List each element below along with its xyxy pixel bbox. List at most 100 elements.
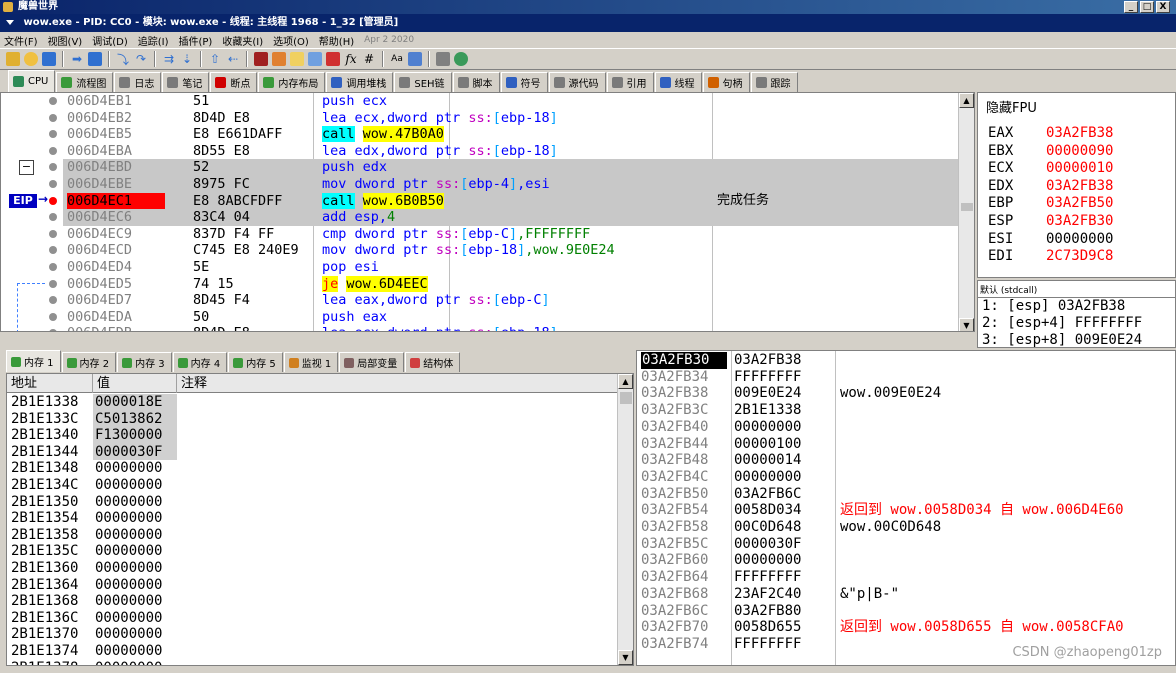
- disasm-row[interactable]: 006D4ECD C745 E8 240E9 mov dword ptr ss:[e…: [63, 242, 958, 259]
- dump-value[interactable]: 00000000: [93, 560, 177, 577]
- stack-value[interactable]: 03A2FB38: [734, 352, 801, 369]
- breakpoint-toggle[interactable]: [49, 279, 57, 288]
- breakpoint-toggle[interactable]: [49, 312, 57, 321]
- scroll-thumb[interactable]: [620, 392, 632, 404]
- dump-value[interactable]: 00000000: [93, 593, 177, 610]
- menu-plugins[interactable]: 插件(P): [179, 33, 213, 48]
- register-row[interactable]: ESP 03A2FB30: [988, 213, 1113, 231]
- stack-value[interactable]: FFFFFFFF: [734, 636, 801, 653]
- disasm-row[interactable]: 006D4EB1 51 push ecx: [63, 93, 958, 110]
- stack-row[interactable]: 03A2FB58 00C0D648 wow.00C0D648: [637, 519, 1175, 536]
- scroll-up-button[interactable]: ▲: [618, 374, 633, 389]
- breakpoint-toggle[interactable]: [49, 130, 57, 139]
- tab-handles[interactable]: 句柄: [702, 72, 750, 92]
- open-icon[interactable]: [6, 52, 20, 66]
- stack-pane[interactable]: 03A2FB30 03A2FB38 03A2FB34 FFFFFFFF 03A2FB38…: [636, 350, 1176, 666]
- bookmark-icon[interactable]: [326, 52, 340, 66]
- stack-value[interactable]: 0058D655: [734, 619, 801, 636]
- trace-into-icon[interactable]: ⇉: [162, 52, 176, 66]
- disasm-row[interactable]: 006D4EBE 8975 FC mov dword ptr ss:[ebp-4],…: [63, 176, 958, 193]
- register-row[interactable]: EBP 03A2FB50: [988, 195, 1113, 213]
- tab-graph[interactable]: 流程图: [56, 72, 114, 92]
- stack-row[interactable]: 03A2FB54 0058D034 返回到 wow.0058D034 自 wow.0…: [637, 502, 1175, 519]
- stack-value[interactable]: 00000100: [734, 436, 801, 453]
- close-icon[interactable]: [42, 52, 56, 66]
- register-value[interactable]: 00000090: [1046, 143, 1113, 159]
- disasm-row[interactable]: 006D4EB5 E8 E661DAFF call wow.47B0A0: [63, 126, 958, 143]
- breakpoint-toggle[interactable]: [49, 329, 57, 331]
- dump-value[interactable]: 00000000: [93, 643, 177, 660]
- stack-value[interactable]: FFFFFFFF: [734, 569, 801, 586]
- collapse-icon[interactable]: −: [19, 160, 34, 175]
- restart-icon[interactable]: [24, 52, 38, 66]
- stack-row[interactable]: 03A2FB60 00000000: [637, 552, 1175, 569]
- dump-value[interactable]: 00000000: [93, 543, 177, 560]
- tab-threads[interactable]: 线程: [654, 72, 702, 92]
- close-button[interactable]: X: [1156, 1, 1170, 13]
- dump-value[interactable]: 00000000: [93, 626, 177, 643]
- breakpoint-toggle[interactable]: [49, 113, 57, 122]
- menu-trace[interactable]: 追踪(I): [138, 33, 169, 48]
- disasm-row[interactable]: 006D4ED7 8D45 F4 lea eax,dword ptr ss:[ebp…: [63, 292, 958, 309]
- stack-row[interactable]: 03A2FB6C 03A2FB80: [637, 603, 1175, 620]
- dump-value[interactable]: 00000000: [93, 510, 177, 527]
- disasm-row[interactable]: 006D4EB2 8D4D E8 lea ecx,dword ptr ss:[ebp…: [63, 110, 958, 127]
- dump-header-comment[interactable]: 注释: [177, 374, 619, 393]
- disasm-row[interactable]: 006D4EDA 50 push eax: [63, 309, 958, 326]
- calculator-icon[interactable]: [436, 52, 450, 66]
- stack-row[interactable]: 03A2FB3C 2B1E1338: [637, 402, 1175, 419]
- stack-value[interactable]: 0000030F: [734, 536, 801, 553]
- argument-row[interactable]: 1: [esp] 03A2FB38: [982, 298, 1125, 315]
- dump-header-value[interactable]: 值: [93, 374, 177, 393]
- stack-value[interactable]: 00000014: [734, 452, 801, 469]
- stack-row[interactable]: 03A2FB50 03A2FB6C: [637, 486, 1175, 503]
- menu-view[interactable]: 视图(V): [48, 33, 83, 48]
- register-value[interactable]: 03A2FB38: [1046, 178, 1113, 194]
- stack-row[interactable]: 03A2FB5C 0000030F: [637, 536, 1175, 553]
- menu-file[interactable]: 文件(F): [4, 33, 38, 48]
- disasm-row[interactable]: 006D4ED4 5E pop esi: [63, 259, 958, 276]
- memory-dump-pane[interactable]: 地址 值 注释 2B1E1338 0000018E 2B1E133C C5013862…: [6, 373, 634, 666]
- register-row[interactable]: ECX 00000010: [988, 160, 1113, 178]
- register-row[interactable]: EDX 03A2FB38: [988, 178, 1113, 196]
- stack-row[interactable]: 03A2FB64 FFFFFFFF: [637, 569, 1175, 586]
- stack-value[interactable]: FFFFFFFF: [734, 369, 801, 386]
- scroll-up-button[interactable]: ▲: [959, 93, 974, 108]
- register-value[interactable]: 03A2FB38: [1046, 125, 1113, 141]
- breakpoint-toggle[interactable]: [49, 196, 57, 205]
- strings-icon[interactable]: [408, 52, 422, 66]
- dump-value[interactable]: 0000030F: [93, 443, 177, 461]
- patch-icon[interactable]: [272, 52, 286, 66]
- register-value[interactable]: 00000010: [1046, 160, 1113, 176]
- dump-header-address[interactable]: 地址: [7, 374, 93, 393]
- stack-row[interactable]: 03A2FB68 23AF2C40 &"p|B-": [637, 586, 1175, 603]
- breakpoint-toggle[interactable]: [49, 180, 57, 188]
- execute-till-user-icon[interactable]: ⇠: [226, 52, 240, 66]
- calling-convention-label[interactable]: 默认 (stdcall): [980, 283, 1037, 296]
- tab-log[interactable]: 日志: [114, 72, 162, 92]
- dump-value[interactable]: 00000000: [93, 477, 177, 494]
- dump-tab[interactable]: 内存 4: [172, 352, 228, 372]
- function-icon[interactable]: fx: [344, 52, 358, 66]
- stack-value[interactable]: 2B1E1338: [734, 402, 801, 419]
- register-value[interactable]: 00000000: [1046, 231, 1113, 247]
- hide-fpu-toggle[interactable]: 隐藏FPU: [986, 97, 1037, 116]
- step-into-icon[interactable]: ⤵: [116, 51, 130, 68]
- dump-value[interactable]: 00000000: [93, 527, 177, 544]
- disasm-row[interactable]: 006D4EC6 83C4 04 add esp,4: [63, 209, 958, 226]
- disassembly-scrollbar[interactable]: ▲ ▼: [958, 93, 974, 331]
- register-row[interactable]: EAX 03A2FB38: [988, 125, 1113, 143]
- tab-symbols[interactable]: 符号: [500, 72, 548, 92]
- stack-row[interactable]: 03A2FB30 03A2FB38: [637, 352, 1175, 369]
- argument-row[interactable]: 2: [esp+4] FFFFFFFF: [982, 315, 1142, 332]
- dump-value[interactable]: 00000000: [93, 460, 177, 477]
- dump-scrollbar[interactable]: ▲ ▼: [617, 374, 633, 665]
- comment-icon[interactable]: [290, 52, 304, 66]
- maximize-button[interactable]: □: [1140, 1, 1154, 13]
- breakpoint-toggle[interactable]: [49, 146, 57, 155]
- label-icon[interactable]: [308, 52, 322, 66]
- stack-row[interactable]: 03A2FB70 0058D655 返回到 wow.0058D655 自 wow.0…: [637, 619, 1175, 636]
- hash-icon[interactable]: #: [362, 52, 376, 66]
- font-icon[interactable]: Aa: [390, 54, 404, 64]
- disasm-row[interactable]: 006D4EC9 837D F4 FF cmp dword ptr ss:[ebp-…: [63, 226, 958, 243]
